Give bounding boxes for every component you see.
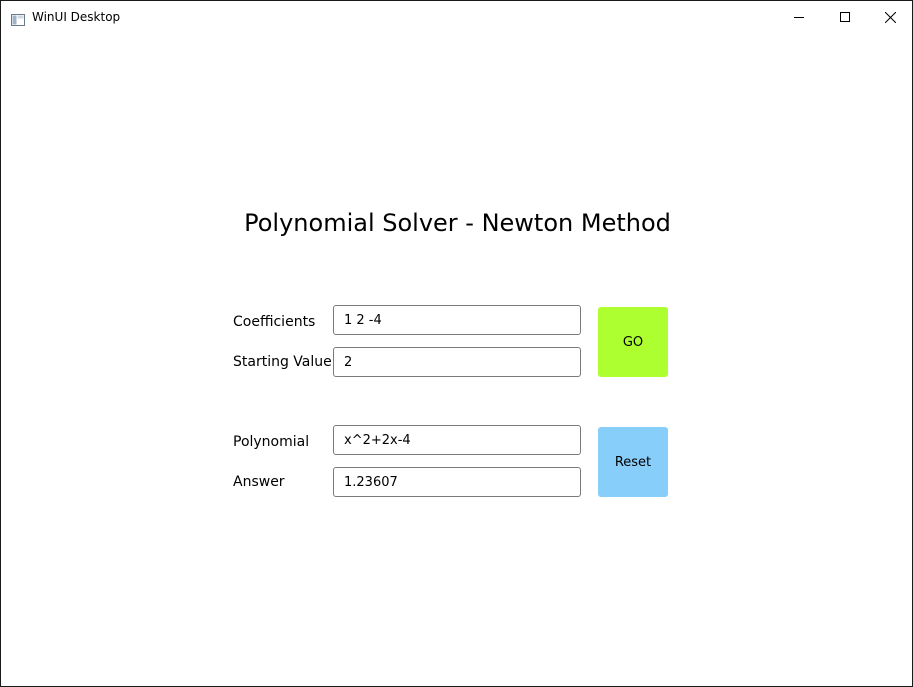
close-button[interactable] — [867, 1, 913, 33]
window-title: WinUI Desktop — [32, 10, 121, 24]
app-window: WinUI Desktop Polynomial Solver - Newton… — [0, 0, 913, 687]
title-bar[interactable]: WinUI Desktop — [1, 1, 912, 33]
reset-button[interactable]: Reset — [598, 427, 668, 497]
minimize-icon — [794, 12, 804, 22]
polynomial-label: Polynomial — [233, 434, 310, 450]
minimize-button[interactable] — [776, 1, 822, 33]
coefficients-label: Coefficients — [233, 314, 316, 330]
polynomial-output[interactable] — [333, 425, 581, 455]
page-title: Polynomial Solver - Newton Method — [244, 209, 671, 237]
answer-output[interactable] — [333, 467, 581, 497]
close-icon — [884, 11, 896, 23]
go-button[interactable]: GO — [598, 307, 668, 377]
maximize-button[interactable] — [822, 1, 868, 33]
maximize-icon — [840, 12, 850, 22]
app-window-icon — [11, 11, 25, 26]
starting-value-label: Starting Value — [233, 354, 332, 370]
coefficients-input[interactable] — [333, 305, 581, 335]
starting-value-input[interactable] — [333, 347, 581, 377]
answer-label: Answer — [233, 474, 285, 490]
